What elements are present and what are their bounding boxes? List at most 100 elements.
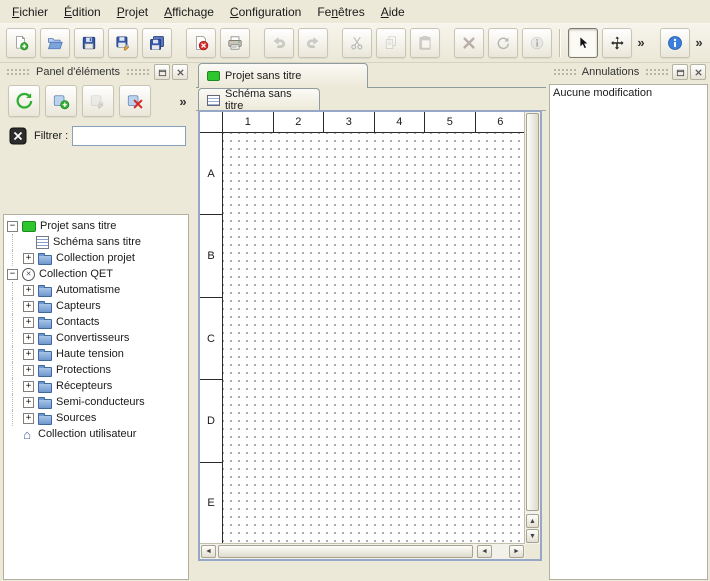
toolbar-extension-icon[interactable]: » — [634, 35, 648, 50]
reload-icon — [15, 89, 33, 113]
print-button[interactable] — [220, 28, 250, 58]
tree-expander-icon[interactable]: + — [23, 333, 34, 344]
tree-item[interactable]: Collection utilisateur — [4, 426, 188, 442]
open-project-button[interactable] — [40, 28, 70, 58]
tree-item[interactable]: + Récepteurs — [4, 378, 188, 394]
tree-item[interactable]: + Capteurs — [4, 298, 188, 314]
dock-close-button[interactable] — [172, 64, 188, 80]
tree-item-icon — [36, 236, 49, 249]
undo-list: Aucune modification — [549, 84, 708, 580]
hscroll-thumb[interactable] — [218, 545, 473, 558]
tree-item-label: Semi-conducteurs — [56, 396, 145, 408]
copy-button[interactable] — [376, 28, 406, 58]
paste-button[interactable] — [410, 28, 440, 58]
element-info-button[interactable] — [522, 28, 552, 58]
save-button[interactable] — [74, 28, 104, 58]
tree-item[interactable]: + Protections — [4, 362, 188, 378]
vertical-scrollbar[interactable] — [524, 112, 540, 544]
tree-expander-icon[interactable]: + — [23, 381, 34, 392]
pan-mode-button[interactable] — [602, 28, 632, 58]
column-header-cell: 2 — [274, 112, 325, 132]
edit-element-button[interactable] — [82, 85, 114, 117]
open-folder-icon — [47, 32, 63, 54]
tree-item[interactable]: Schéma sans titre — [4, 234, 188, 250]
move-icon — [609, 32, 625, 54]
tab-schema-sans-titre[interactable]: Schéma sans titre — [198, 88, 320, 111]
undo-panel-title: Annulations — [580, 66, 642, 78]
tree-item-icon — [20, 428, 34, 440]
tree-item[interactable]: + Semi-conducteurs — [4, 394, 188, 410]
element-info-icon — [529, 32, 545, 54]
scroll-down-button[interactable] — [526, 529, 539, 543]
close-icon — [694, 68, 703, 77]
float-icon — [158, 68, 167, 77]
tree-item[interactable]: − Projet sans titre — [4, 218, 188, 234]
tree-expander-icon[interactable]: + — [23, 253, 34, 264]
menu-edition[interactable]: Édition — [56, 2, 109, 22]
tree-expander-icon[interactable]: + — [23, 285, 34, 296]
menu-fichier[interactable]: Fichier — [4, 2, 56, 22]
tree-item[interactable]: + Sources — [4, 410, 188, 426]
menu-projet[interactable]: Projet — [109, 2, 156, 22]
menu-aide[interactable]: Aide — [373, 2, 413, 22]
tree-item[interactable]: + Haute tension — [4, 346, 188, 362]
dock-float-button[interactable] — [672, 64, 688, 80]
delete-button[interactable] — [454, 28, 484, 58]
delete-element-button[interactable] — [119, 85, 151, 117]
redo-button[interactable] — [298, 28, 328, 58]
reload-collections-button[interactable] — [8, 85, 40, 117]
tree-expander-icon[interactable]: − — [7, 221, 18, 232]
tree-item[interactable]: + Contacts — [4, 314, 188, 330]
new-element-button[interactable] — [45, 85, 77, 117]
scroll-right-button[interactable] — [509, 545, 524, 558]
scroll-left2-button[interactable] — [477, 545, 492, 558]
collections-toolbar-extension-icon[interactable]: » — [176, 94, 190, 109]
rotate-button[interactable] — [488, 28, 518, 58]
tree-item-icon — [38, 351, 52, 361]
menu-fenetres[interactable]: Fenêtres — [309, 2, 372, 22]
scroll-left-button[interactable] — [201, 545, 216, 558]
redo-icon — [305, 32, 321, 54]
tree-expander-icon[interactable]: + — [23, 365, 34, 376]
schema-canvas[interactable] — [223, 133, 525, 544]
clear-filter-button[interactable] — [8, 126, 28, 146]
menu-bar: Fichier Édition Projet Affichage Configu… — [0, 0, 710, 23]
tree-expander-icon[interactable]: − — [7, 269, 18, 280]
new-document-button[interactable] — [6, 28, 36, 58]
close-file-button[interactable] — [186, 28, 216, 58]
tree-expander-icon[interactable] — [23, 238, 32, 247]
header-corner — [200, 112, 223, 132]
scroll-up-button[interactable] — [526, 514, 539, 528]
undo-button[interactable] — [264, 28, 294, 58]
save-as-button[interactable] — [108, 28, 138, 58]
vscroll-thumb[interactable] — [526, 113, 539, 511]
select-mode-button[interactable] — [568, 28, 598, 58]
dock-close-button[interactable] — [690, 64, 706, 80]
new-element-icon — [52, 89, 70, 113]
tree-expander-icon[interactable]: + — [23, 317, 34, 328]
about-qet-button[interactable] — [660, 28, 690, 58]
tree-expander-icon[interactable] — [7, 430, 16, 439]
undo-empty-text: Aucune modification — [553, 87, 652, 99]
tab-projet-sans-titre[interactable]: Projet sans titre — [198, 63, 368, 88]
cut-button[interactable] — [342, 28, 372, 58]
save-all-button[interactable] — [142, 28, 172, 58]
column-header-cell: 4 — [375, 112, 426, 132]
tree-expander-icon[interactable]: + — [23, 397, 34, 408]
tree-item[interactable]: + Automatisme — [4, 282, 188, 298]
menu-configuration[interactable]: Configuration — [222, 2, 309, 22]
menu-affichage[interactable]: Affichage — [156, 2, 222, 22]
row-header-cell: D — [200, 380, 222, 462]
tree-item[interactable]: − Collection QET — [4, 266, 188, 282]
filter-input[interactable] — [72, 126, 186, 146]
tree-expander-icon[interactable]: + — [23, 349, 34, 360]
dock-float-button[interactable] — [154, 64, 170, 80]
tree-item-label: Sources — [56, 412, 96, 424]
horizontal-scrollbar[interactable] — [200, 543, 525, 559]
tree-item[interactable]: + Convertisseurs — [4, 330, 188, 346]
toolbar-extension2-icon[interactable]: » — [692, 35, 706, 50]
tree-expander-icon[interactable]: + — [23, 413, 34, 424]
tree-item[interactable]: + Collection projet — [4, 250, 188, 266]
tree-expander-icon[interactable]: + — [23, 301, 34, 312]
qelectrotech-window: Fichier Édition Projet Affichage Configu… — [0, 0, 710, 581]
